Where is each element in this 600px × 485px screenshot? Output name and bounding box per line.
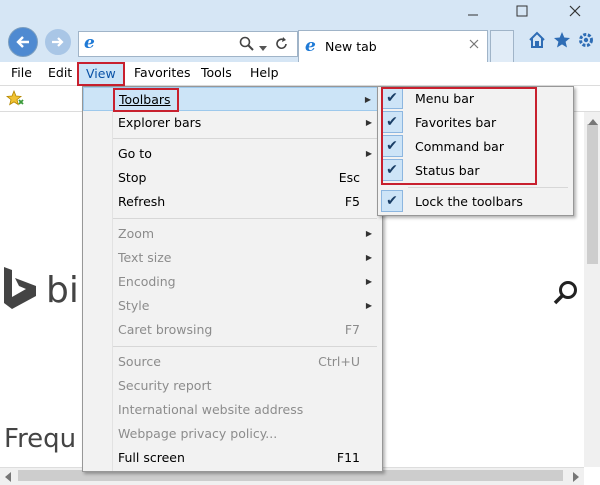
submenu-arrow-icon: ▶: [365, 253, 372, 262]
dropdown-icon[interactable]: [259, 41, 267, 55]
bing-search-icon[interactable]: [553, 280, 579, 309]
submenu-item-label: Lock the toolbars: [415, 194, 523, 209]
bing-logo-icon: [0, 265, 40, 314]
menu-separator: [113, 218, 377, 219]
menu-item-shortcut: F11: [336, 450, 360, 465]
refresh-icon[interactable]: [274, 36, 290, 55]
menu-item-shortcut: Ctrl+U: [318, 354, 360, 369]
menu-item-privacy-policy[interactable]: Webpage privacy policy...: [83, 422, 382, 446]
view-menu: Toolbars ▶ Explorer bars ▶ Go to ▶ Stop …: [82, 86, 383, 472]
vertical-scroll-thumb[interactable]: [587, 124, 598, 264]
menu-favorites[interactable]: Favorites: [128, 62, 196, 86]
menu-item-label: Stop: [118, 170, 147, 185]
scroll-left-icon[interactable]: [4, 471, 12, 485]
menu-tools[interactable]: Tools: [195, 62, 238, 86]
submenu-arrow-icon: ▶: [364, 95, 371, 104]
submenu-separator: [408, 187, 568, 188]
menu-separator: [113, 138, 377, 139]
menu-file[interactable]: File: [5, 62, 38, 86]
menu-item-label: Encoding: [118, 274, 176, 289]
menu-item-label: Text size: [118, 250, 172, 265]
menu-item-label: International website address: [118, 402, 304, 417]
menu-item-encoding[interactable]: Encoding ▶: [83, 270, 382, 294]
menu-view-label: View: [86, 66, 116, 81]
menu-item-label: Style: [118, 298, 150, 313]
highlight-box-toolbars: [113, 88, 179, 112]
menu-help[interactable]: Help: [244, 62, 285, 86]
checkmark-icon: ✔: [381, 190, 403, 212]
menu-item-full-screen[interactable]: Full screen F11: [83, 446, 382, 470]
submenu-item-lock-toolbars[interactable]: ✔ Lock the toolbars: [378, 190, 573, 214]
submenu-arrow-icon: ▶: [365, 229, 372, 238]
menu-item-text-size[interactable]: Text size ▶: [83, 246, 382, 270]
back-button[interactable]: [8, 27, 38, 57]
star-icon[interactable]: [550, 28, 574, 52]
menu-bar: File Edit View Favorites Tools Help: [0, 62, 600, 86]
menu-item-label: Explorer bars: [118, 115, 202, 130]
menu-item-label: Security report: [118, 378, 212, 393]
menu-item-shortcut: Esc: [338, 170, 360, 185]
maximize-button[interactable]: [503, 0, 541, 22]
menu-item-refresh[interactable]: Refresh F5: [83, 190, 382, 214]
menu-item-explorer-bars[interactable]: Explorer bars ▶: [83, 111, 382, 135]
scroll-up-icon[interactable]: [588, 115, 598, 129]
forward-arrow-icon: [52, 37, 64, 47]
menu-item-label: Zoom: [118, 226, 155, 241]
menu-item-go-to[interactable]: Go to ▶: [83, 142, 382, 166]
close-button[interactable]: [556, 0, 594, 22]
menu-item-label: Go to: [118, 146, 152, 161]
menu-item-security-report[interactable]: Security report: [83, 374, 382, 398]
menu-help-label: Help: [250, 65, 279, 80]
tab-new-tab[interactable]: e New tab: [298, 30, 488, 62]
menu-tools-label: Tools: [201, 65, 232, 80]
highlight-box-toolbars-list: [381, 87, 537, 185]
menu-item-caret-browsing[interactable]: Caret browsing F7: [83, 318, 382, 342]
menu-item-stop[interactable]: Stop Esc: [83, 166, 382, 190]
submenu-arrow-icon: ▶: [365, 149, 372, 158]
toolbars-submenu: ✔ Menu bar ✔ Favorites bar ✔ Command bar…: [377, 86, 574, 216]
add-favorites-star-icon[interactable]: [5, 89, 24, 111]
tab-title: New tab: [325, 39, 377, 54]
menu-separator: [113, 346, 377, 347]
maximize-icon: [516, 5, 528, 17]
menu-item-shortcut: F7: [344, 322, 360, 337]
menu-favorites-label: Favorites: [134, 65, 191, 80]
minimize-icon: [468, 14, 478, 16]
home-icon[interactable]: [525, 28, 549, 52]
menu-item-label: Full screen: [118, 450, 185, 465]
scroll-right-icon[interactable]: [572, 471, 580, 485]
search-icon[interactable]: [239, 36, 255, 55]
menu-edit[interactable]: Edit: [42, 62, 78, 86]
frequent-heading: Frequ: [4, 424, 77, 454]
menu-item-style[interactable]: Style ▶: [83, 294, 382, 318]
address-bar[interactable]: e: [78, 31, 298, 57]
menu-view[interactable]: View: [77, 62, 125, 86]
ie-page-icon: e: [84, 33, 95, 53]
menu-item-zoom[interactable]: Zoom ▶: [83, 222, 382, 246]
back-arrow-icon: [16, 36, 29, 48]
menu-item-source[interactable]: Source Ctrl+U: [83, 350, 382, 374]
submenu-arrow-icon: ▶: [365, 277, 372, 286]
submenu-arrow-icon: ▶: [365, 118, 372, 127]
ie-tab-icon: e: [305, 36, 316, 56]
bing-brand-text: bi: [46, 270, 79, 311]
new-tab-button[interactable]: [490, 30, 514, 62]
menu-item-label: Refresh: [118, 194, 166, 209]
menu-edit-label: Edit: [48, 65, 73, 80]
menu-item-label: Webpage privacy policy...: [118, 426, 278, 441]
close-icon: [569, 5, 581, 17]
submenu-arrow-icon: ▶: [365, 301, 372, 310]
gear-icon[interactable]: [574, 28, 598, 52]
menu-file-label: File: [11, 65, 32, 80]
close-tab-icon[interactable]: [469, 38, 479, 52]
menu-item-shortcut: F5: [344, 194, 360, 209]
minimize-button[interactable]: [454, 0, 492, 22]
menu-item-international-address[interactable]: International website address: [83, 398, 382, 422]
menu-item-label: Source: [118, 354, 161, 369]
menu-item-label: Caret browsing: [118, 322, 213, 337]
forward-button[interactable]: [45, 29, 71, 55]
